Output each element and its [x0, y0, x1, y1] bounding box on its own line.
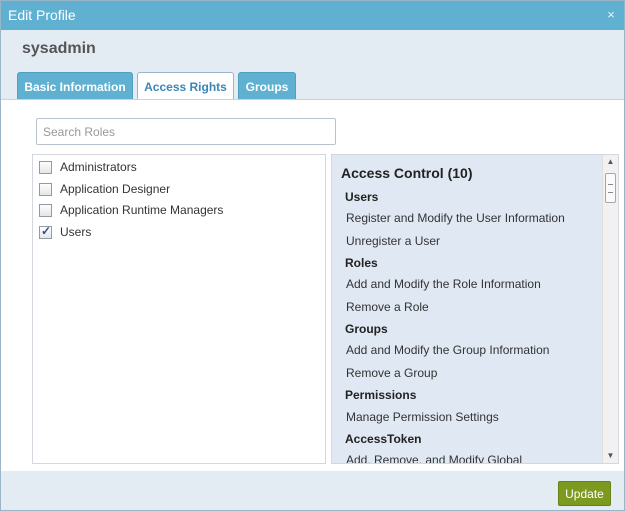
permission-item: Unregister a User — [346, 234, 441, 248]
group-heading-users: Users — [345, 190, 379, 204]
scroll-thumb[interactable] — [605, 173, 616, 203]
access-control-scrollbar[interactable]: ▲ ▼ — [602, 155, 618, 463]
permission-item: Add and Modify the Role Information — [346, 277, 541, 291]
role-checkbox[interactable] — [39, 160, 52, 174]
permission-item: Remove a Group — [346, 366, 438, 380]
permission-item: Add and Modify the Group Information — [346, 343, 550, 357]
tab-groups[interactable]: Groups — [238, 72, 296, 100]
dialog-footer: Update — [1, 472, 624, 510]
access-rights-panel: Administrators Application Designer Appl… — [1, 99, 624, 471]
edit-profile-dialog: Edit Profile × sysadmin Basic Informatio… — [0, 0, 625, 511]
role-checkbox[interactable] — [39, 182, 52, 196]
role-item-application-designer[interactable]: Application Designer — [39, 180, 170, 198]
permission-item: Add, Remove, and Modify Global — [346, 453, 523, 463]
title-bar: Edit Profile × — [1, 1, 624, 30]
role-label: Administrators — [60, 160, 137, 174]
role-checkbox[interactable] — [39, 203, 52, 217]
role-label: Application Designer — [60, 182, 171, 196]
profile-username: sysadmin — [22, 40, 96, 57]
access-control-list: Access Control (10) Users Register and M… — [332, 155, 602, 463]
group-heading-roles: Roles — [345, 256, 378, 270]
dialog-title: Edit Profile — [8, 7, 76, 23]
access-control-title: Access Control (10) — [341, 165, 473, 181]
role-checkbox-checked[interactable] — [39, 224, 52, 239]
close-icon[interactable]: × — [604, 8, 618, 22]
scroll-up-icon[interactable]: ▲ — [603, 155, 618, 169]
search-roles-input[interactable] — [36, 118, 336, 145]
role-item-administrators[interactable]: Administrators — [39, 158, 137, 176]
role-label: Application Runtime Managers — [60, 203, 224, 217]
group-heading-permissions: Permissions — [345, 388, 417, 402]
role-item-application-runtime-managers[interactable]: Application Runtime Managers — [39, 201, 223, 219]
tab-access-rights[interactable]: Access Rights — [137, 72, 234, 101]
roles-list: Administrators Application Designer Appl… — [32, 154, 326, 464]
role-label: Users — [60, 225, 92, 239]
scroll-down-icon[interactable]: ▼ — [603, 449, 618, 463]
group-heading-groups: Groups — [345, 322, 388, 336]
permission-item: Manage Permission Settings — [346, 410, 499, 424]
access-control-panel: Access Control (10) Users Register and M… — [331, 154, 619, 464]
group-heading-accesstoken: AccessToken — [345, 432, 422, 446]
update-button[interactable]: Update — [558, 481, 611, 506]
permission-item: Remove a Role — [346, 300, 429, 314]
role-item-users[interactable]: Users — [39, 223, 91, 241]
permission-item: Register and Modify the User Information — [346, 211, 565, 225]
tab-basic-information[interactable]: Basic Information — [17, 72, 133, 100]
